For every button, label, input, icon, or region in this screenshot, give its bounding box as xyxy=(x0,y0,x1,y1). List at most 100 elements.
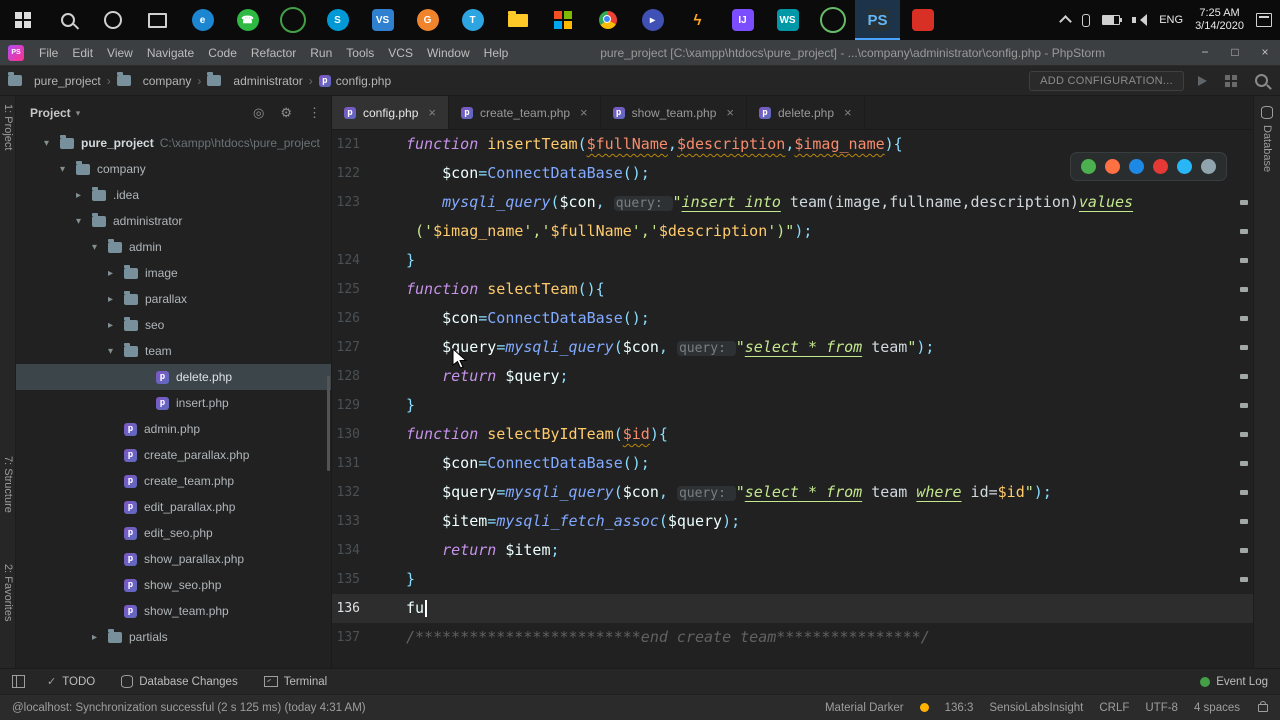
taskbar-app-telegram[interactable]: T xyxy=(450,0,495,40)
menu-item-help[interactable]: Help xyxy=(477,40,516,66)
tree-item-administrator[interactable]: ▾ administrator xyxy=(16,208,331,234)
search-everywhere-icon[interactable] xyxy=(1255,74,1268,87)
tree-item-show_team-php[interactable]: show_team.php xyxy=(16,598,331,624)
tree-item-parallax[interactable]: ▸ parallax xyxy=(16,286,331,312)
tray-expand-icon[interactable] xyxy=(1059,14,1073,28)
close-button[interactable]: × xyxy=(1250,40,1280,65)
code-line-131[interactable]: 131 $con=ConnectDataBase(); xyxy=(332,449,1253,478)
menu-item-view[interactable]: View xyxy=(100,40,140,66)
code-line-123[interactable]: 123 mysqli_query($con, query: "insert in… xyxy=(332,188,1253,217)
chevron-right-icon[interactable]: ▸ xyxy=(92,632,108,643)
tree-item-company[interactable]: ▾ company xyxy=(16,156,331,182)
tree-item-edit_seo-php[interactable]: edit_seo.php xyxy=(16,520,331,546)
menu-item-tools[interactable]: Tools xyxy=(339,40,381,66)
toolwindow-project-stripe[interactable]: 1: Project xyxy=(2,104,14,150)
taskbar-app-godaddy[interactable]: G xyxy=(405,0,450,40)
taskbar-app-edge[interactable]: e xyxy=(180,0,225,40)
taskbar-app-chrome[interactable] xyxy=(585,0,630,40)
firefox-icon[interactable] xyxy=(1105,159,1120,174)
mic-icon[interactable] xyxy=(1082,13,1091,27)
tree-item--idea[interactable]: ▸ .idea xyxy=(16,182,331,208)
lock-icon[interactable] xyxy=(1258,700,1268,712)
breadcrumb-configphp[interactable]: config.php xyxy=(318,74,391,88)
add-configuration-button[interactable]: ADD CONFIGURATION... xyxy=(1029,70,1184,91)
taskbar-search-button[interactable] xyxy=(45,0,90,40)
event-log-button[interactable]: Event Log xyxy=(1216,676,1268,688)
menu-item-window[interactable]: Window xyxy=(420,40,477,66)
language-indicator[interactable]: ENG xyxy=(1159,14,1183,26)
task-view-button[interactable] xyxy=(135,0,180,40)
status-item-crlf[interactable]: CRLF xyxy=(1099,702,1129,714)
settings-gear-icon[interactable]: ⚙ xyxy=(280,105,292,121)
tree-item-pure_project[interactable]: ▾ pure_project C:\xampp\htdocs\pure_proje… xyxy=(16,130,331,156)
status-item-136-3[interactable]: 136:3 xyxy=(945,702,974,714)
menu-item-edit[interactable]: Edit xyxy=(65,40,100,66)
more-options-icon[interactable]: ⋮ xyxy=(308,105,321,121)
menu-item-file[interactable]: File xyxy=(32,40,65,66)
tree-item-edit_parallax-php[interactable]: edit_parallax.php xyxy=(16,494,331,520)
toolwindow-button-todo[interactable]: ✓ TODO xyxy=(47,675,95,689)
maximize-button[interactable]: □ xyxy=(1220,40,1250,65)
tree-item-seo[interactable]: ▸ seo xyxy=(16,312,331,338)
start-button[interactable] xyxy=(0,0,45,40)
tree-item-show_parallax-php[interactable]: show_parallax.php xyxy=(16,546,331,572)
tree-item-delete-php[interactable]: delete.php xyxy=(16,364,331,390)
code-line-137[interactable]: 137 /*************************end create … xyxy=(332,623,1253,652)
code-line-wrap[interactable]: ('$imag_name','$fullName','$description'… xyxy=(332,217,1253,246)
tree-item-create_team-php[interactable]: create_team.php xyxy=(16,468,331,494)
taskbar-app-intellij[interactable]: IJ xyxy=(720,0,765,40)
tree-item-insert-php[interactable]: insert.php xyxy=(16,390,331,416)
taskbar-app-microsoft-store[interactable] xyxy=(540,0,585,40)
status-item-4-spaces[interactable]: 4 spaces xyxy=(1194,702,1240,714)
code-line-125[interactable]: 125 function selectTeam(){ xyxy=(332,275,1253,304)
chevron-down-icon[interactable]: ▾ xyxy=(76,216,92,227)
notification-center-icon[interactable] xyxy=(1256,13,1272,27)
chrome-icon[interactable] xyxy=(1081,159,1096,174)
breadcrumb-administrator[interactable]: administrator xyxy=(207,72,303,88)
code-line-126[interactable]: 126 $con=ConnectDataBase(); xyxy=(332,304,1253,333)
cortana-button[interactable] xyxy=(90,0,135,40)
toolwindow-button-terminal[interactable]: Terminal xyxy=(263,675,327,688)
chevron-down-icon[interactable]: ▾ xyxy=(108,346,124,357)
tree-item-admin[interactable]: ▾ admin xyxy=(16,234,331,260)
menu-item-run[interactable]: Run xyxy=(303,40,339,66)
taskbar-app-phpstorm[interactable]: PS xyxy=(855,0,900,40)
clock[interactable]: 7:25 AM 3/14/2020 xyxy=(1195,7,1244,33)
locate-file-icon[interactable]: ◎ xyxy=(253,105,264,121)
taskbar-app-android-studio[interactable] xyxy=(810,0,855,40)
code-line-132[interactable]: 132 $query=mysqli_query($con, query: "se… xyxy=(332,478,1253,507)
chevron-down-icon[interactable]: ▾ xyxy=(44,138,60,149)
code-line-130[interactable]: 130 function selectByIdTeam($id){ xyxy=(332,420,1253,449)
breadcrumb-pure_project[interactable]: pure_project xyxy=(8,72,101,88)
minimize-button[interactable]: − xyxy=(1190,40,1220,65)
toolwindow-database-stripe[interactable]: Database xyxy=(1261,125,1273,172)
taskbar-app-greenshot[interactable] xyxy=(270,0,315,40)
tree-item-show_seo-php[interactable]: show_seo.php xyxy=(16,572,331,598)
material-theme-icon[interactable] xyxy=(919,703,929,712)
menu-item-refactor[interactable]: Refactor xyxy=(244,40,303,66)
taskbar-app-red-app[interactable] xyxy=(900,0,945,40)
edge-icon[interactable] xyxy=(1129,159,1144,174)
taskbar-app-media-player[interactable]: ▸ xyxy=(630,0,675,40)
opera-icon[interactable] xyxy=(1153,159,1168,174)
code-line-128[interactable]: 128 return $query; xyxy=(332,362,1253,391)
menu-item-navigate[interactable]: Navigate xyxy=(140,40,201,66)
taskbar-app-whatsapp[interactable]: ☎ xyxy=(225,0,270,40)
taskbar-app-file-explorer[interactable] xyxy=(495,0,540,40)
tree-item-team[interactable]: ▾ team xyxy=(16,338,331,364)
tree-item-admin-php[interactable]: admin.php xyxy=(16,416,331,442)
tree-item-create_parallax-php[interactable]: create_parallax.php xyxy=(16,442,331,468)
tree-item-partials[interactable]: ▸ partials xyxy=(16,624,331,650)
status-item-utf-8[interactable]: UTF-8 xyxy=(1145,702,1178,714)
status-theme[interactable]: Material Darker xyxy=(825,702,904,714)
tool-window-switcher-icon[interactable] xyxy=(12,675,25,688)
run-icon[interactable] xyxy=(1198,75,1207,86)
code-line-133[interactable]: 133 $item=mysqli_fetch_assoc($query); xyxy=(332,507,1253,536)
toolwindow-button-database-changes[interactable]: Database Changes xyxy=(121,675,238,688)
chevron-right-icon[interactable]: ▸ xyxy=(76,190,92,201)
code-line-129[interactable]: 129} xyxy=(332,391,1253,420)
code-line-127[interactable]: 127 $query=mysqli_query($con, query: "se… xyxy=(332,333,1253,362)
taskbar-app-vscode[interactable]: VS xyxy=(360,0,405,40)
chevron-down-icon[interactable]: ▾ xyxy=(60,164,76,175)
taskbar-app-webstorm[interactable]: WS xyxy=(765,0,810,40)
